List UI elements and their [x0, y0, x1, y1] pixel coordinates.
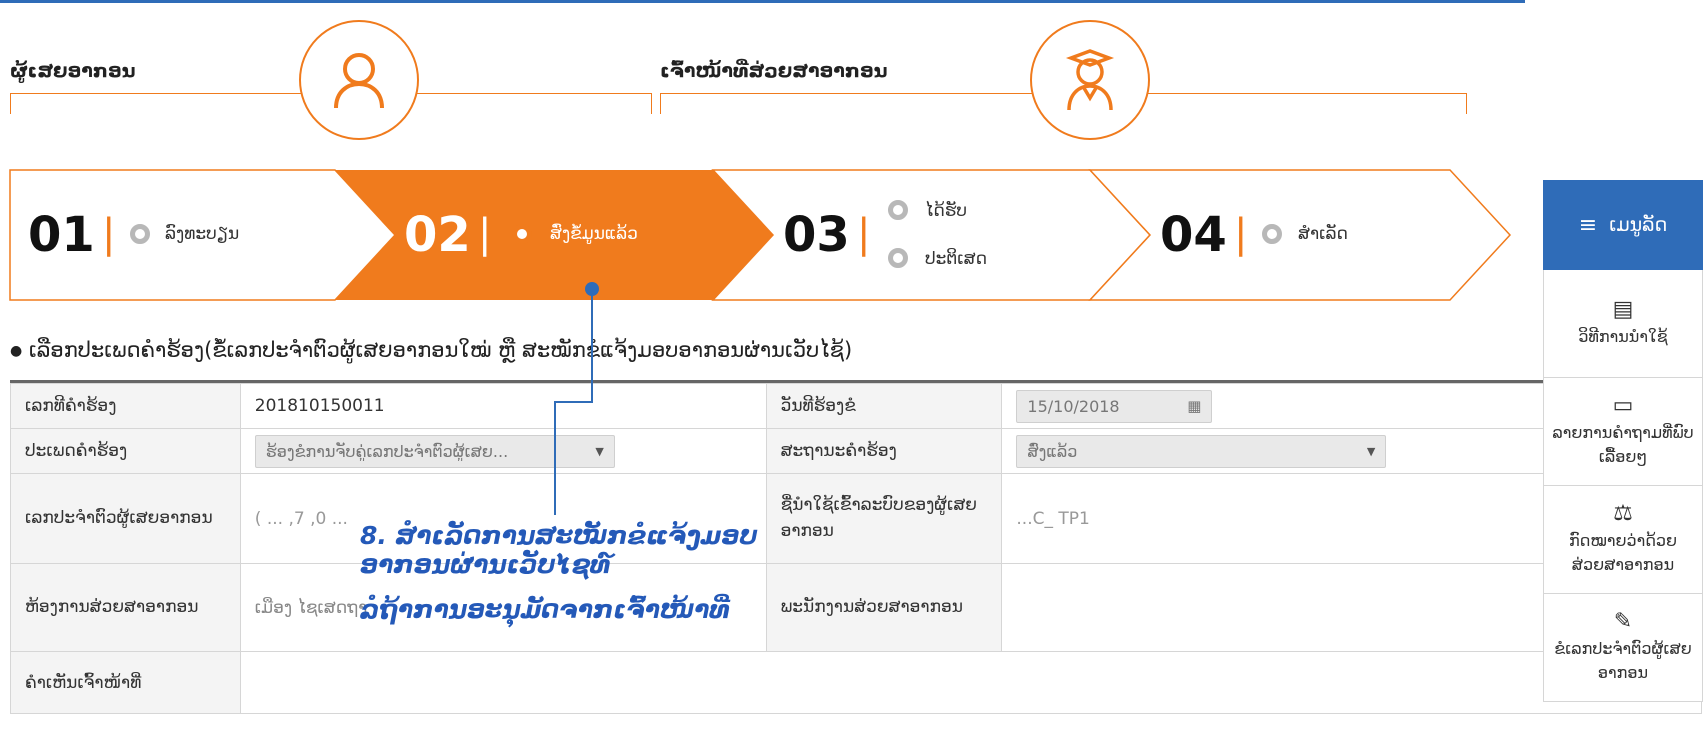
- quick-menu-sidebar: ≡ ເມນູລັດ ▤ ວິທີການນຳໃຊ້ ▭ ລາຍການຄຳຖາມທີ…: [1543, 180, 1703, 702]
- sidebar-item-label: ຂໍເລກປະຈຳຕົວຜູ້ເສຍອາກອນ: [1554, 639, 1692, 682]
- quick-menu-header[interactable]: ≡ ເມນູລັດ: [1543, 180, 1703, 270]
- sidebar-item-faq[interactable]: ▭ ລາຍການຄຳຖາມທີ່ພົບເລື້ອຍໆ: [1543, 378, 1703, 486]
- sidebar-item-label: ລາຍການຄຳຖາມທີ່ພົບເລື້ອຍໆ: [1552, 423, 1694, 466]
- quick-menu-title: ເມນູລັດ: [1609, 214, 1668, 236]
- callout-line: [554, 282, 599, 515]
- sidebar-item-label: ກົດໝາຍວ່າດ້ວຍສ່ວຍສາອາກອນ: [1568, 531, 1678, 574]
- edit-icon: ✎: [1613, 609, 1633, 635]
- hamburger-icon: ≡: [1578, 212, 1598, 238]
- sidebar-item-usage-guide[interactable]: ▤ ວິທີການນຳໃຊ້: [1543, 270, 1703, 378]
- list-icon: ▤: [1612, 296, 1634, 322]
- overlay-line-3: ລໍຖ້າການອະນຸມັດຈາກເຈົ້າໜ້າທີ່: [360, 594, 730, 624]
- overlay-line-2: ອາກອນຜ່ານເວັບໄຊທ໌: [360, 549, 611, 579]
- sidebar-item-request-tin[interactable]: ✎ ຂໍເລກປະຈຳຕົວຜູ້ເສຍອາກອນ: [1543, 594, 1703, 702]
- sidebar-item-label: ວິທີການນຳໃຊ້: [1578, 326, 1668, 346]
- sidebar-item-tax-law[interactable]: ⚖ ກົດໝາຍວ່າດ້ວຍສ່ວຍສາອາກອນ: [1543, 486, 1703, 594]
- comment-icon: ▭: [1612, 393, 1634, 419]
- overlay-note: 8. ສຳເລັດການສະໝັກຂໍແຈ້ງມອບ ອາກອນຜ່ານເວັບ…: [360, 521, 758, 624]
- gavel-icon: ⚖: [1613, 501, 1633, 527]
- overlay-line-1: 8. ສຳເລັດການສະໝັກຂໍແຈ້ງມອບ: [360, 521, 758, 550]
